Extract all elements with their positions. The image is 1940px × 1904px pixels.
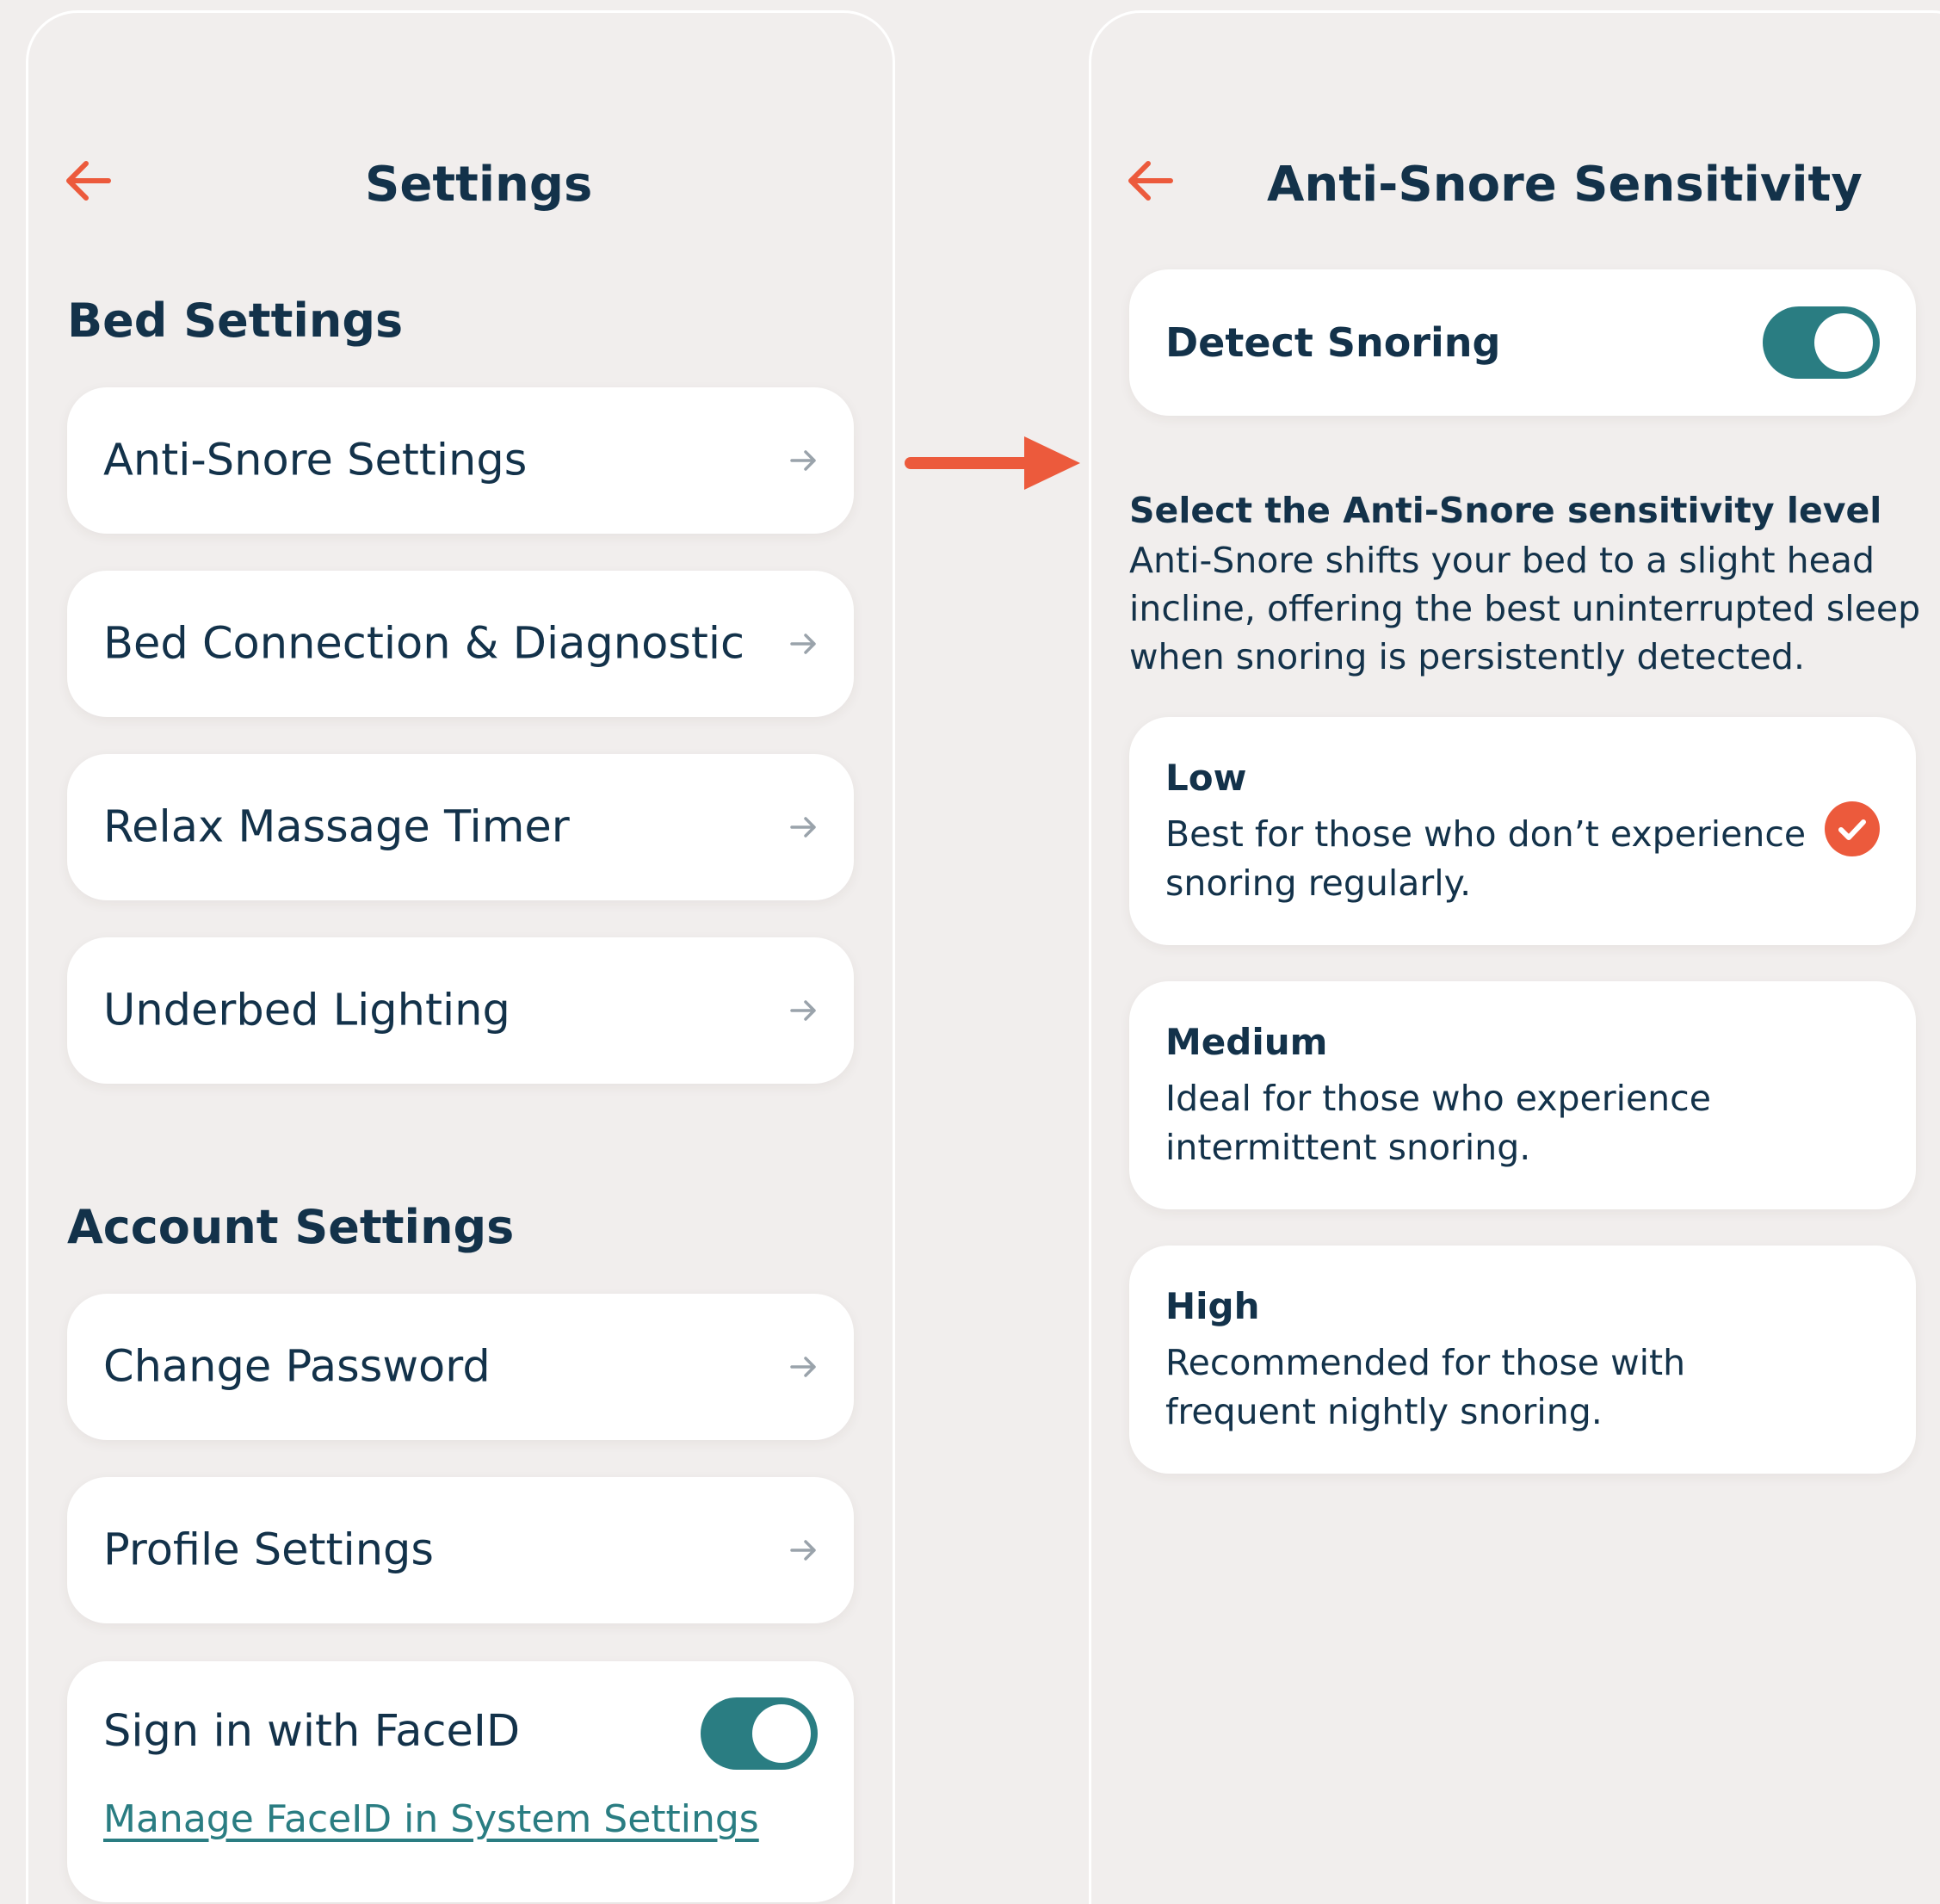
- faceid-toggle[interactable]: [701, 1697, 818, 1770]
- menu-item-label: Change Password: [103, 1341, 491, 1393]
- detect-snoring-label: Detect Snoring: [1165, 319, 1501, 366]
- option-title: Low: [1165, 757, 1247, 799]
- menu-item-bed-connection[interactable]: Bed Connection & Diagnostic: [67, 571, 854, 717]
- toggle-knob: [1814, 313, 1873, 372]
- chevron-right-icon: [788, 1351, 819, 1382]
- option-title: High: [1165, 1285, 1260, 1327]
- section-heading-bed-settings: Bed Settings: [67, 294, 404, 348]
- faceid-card: Sign in with FaceID Manage FaceID in Sys…: [67, 1661, 854, 1902]
- toggle-knob: [752, 1704, 811, 1763]
- menu-item-label: Profile Settings: [103, 1524, 434, 1576]
- option-medium[interactable]: Medium Ideal for those who experience in…: [1129, 981, 1916, 1209]
- option-low[interactable]: Low Best for those who don’t experience …: [1129, 717, 1916, 945]
- faceid-label: Sign in with FaceID: [103, 1706, 521, 1757]
- option-description: Recommended for those with frequent nigh…: [1165, 1342, 1686, 1432]
- option-title: Medium: [1165, 1021, 1328, 1063]
- menu-item-underbed-lighting[interactable]: Underbed Lighting: [67, 937, 854, 1084]
- chevron-right-icon: [788, 1535, 819, 1566]
- option-description: Ideal for those who experience intermitt…: [1165, 1078, 1711, 1168]
- page-title: Anti-Snore Sensitivity: [1267, 157, 1863, 213]
- sensitivity-description: Anti-Snore shifts your bed to a slight h…: [1129, 540, 1921, 677]
- back-arrow-icon[interactable]: [1124, 155, 1176, 207]
- menu-item-label: Relax Massage Timer: [103, 801, 570, 853]
- menu-item-change-password[interactable]: Change Password: [67, 1294, 854, 1440]
- section-heading-account-settings: Account Settings: [67, 1200, 515, 1254]
- option-high[interactable]: High Recommended for those with frequent…: [1129, 1246, 1916, 1474]
- page-title: Settings: [365, 157, 593, 213]
- arrow-right-icon: [904, 435, 1084, 491]
- menu-item-label: Bed Connection & Diagnostic: [103, 618, 745, 670]
- manage-faceid-link[interactable]: Manage FaceID in System Settings: [103, 1797, 759, 1841]
- detect-snoring-toggle[interactable]: [1763, 306, 1880, 379]
- menu-item-label: Underbed Lighting: [103, 985, 510, 1036]
- menu-item-anti-snore-settings[interactable]: Anti-Snore Settings: [67, 387, 854, 534]
- sensitivity-heading: Select the Anti-Snore sensitivity level: [1129, 490, 1882, 531]
- option-description: Best for those who don’t experience snor…: [1165, 813, 1807, 904]
- chevron-right-icon: [788, 445, 819, 476]
- chevron-right-icon: [788, 995, 819, 1026]
- menu-item-profile-settings[interactable]: Profile Settings: [67, 1477, 854, 1623]
- menu-item-label: Anti-Snore Settings: [103, 435, 528, 486]
- menu-item-relax-massage-timer[interactable]: Relax Massage Timer: [67, 754, 854, 900]
- back-arrow-icon[interactable]: [62, 155, 114, 207]
- detect-snoring-card: Detect Snoring: [1129, 269, 1916, 416]
- chevron-right-icon: [788, 812, 819, 843]
- chevron-right-icon: [788, 628, 819, 659]
- check-circle-icon: [1825, 801, 1880, 856]
